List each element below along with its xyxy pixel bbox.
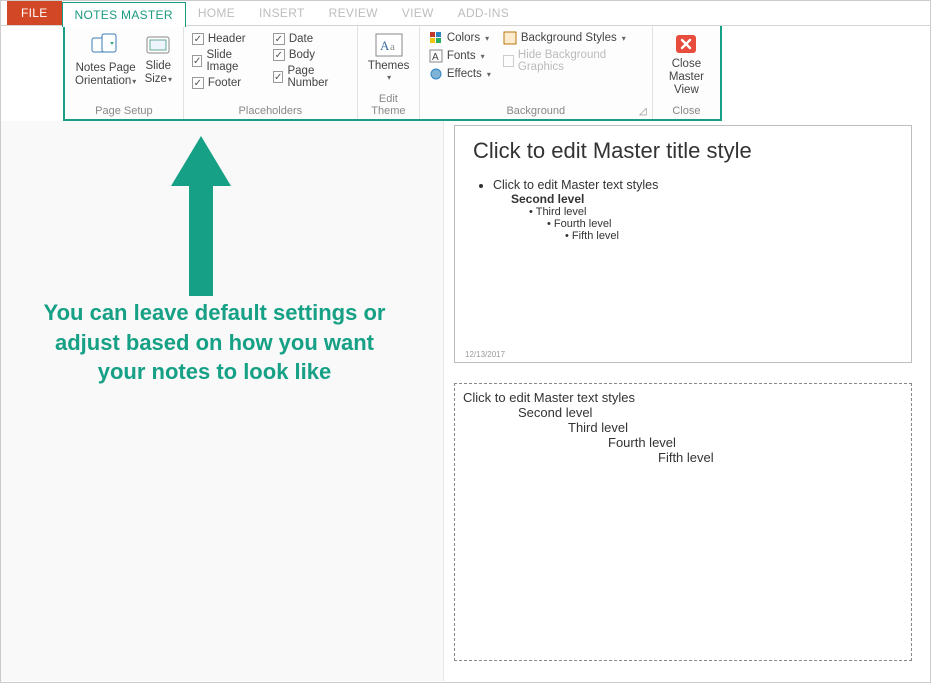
ribbon: Notes PageOrientation▾ SlideSize▾ Page S… [65, 26, 720, 119]
group-placeholders: ✓Header ✓Slide Image ✓Footer ✓Date ✓Body… [184, 26, 358, 119]
right-pane: Click to edit Master title style Click t… [444, 121, 930, 681]
tab-addins[interactable]: ADD-INS [446, 1, 521, 25]
slide-size-icon [144, 32, 172, 58]
tab-notes-master[interactable]: NOTES MASTER [62, 2, 186, 27]
notes-level-1: Click to edit Master text styles [463, 390, 903, 405]
tab-review[interactable]: REVIEW [317, 1, 390, 25]
group-background: Colors▾ A Fonts▾ Effects▾ Background Sty… [420, 26, 653, 119]
slide-size-label: SlideSize▾ [145, 60, 172, 86]
notes-level-4: Fourth level [463, 435, 903, 450]
left-pane: You can leave default settings or adjust… [1, 121, 444, 681]
ribbon-tabs: FILE NOTES MASTER HOME INSERT REVIEW VIE… [1, 1, 930, 26]
group-label-page-setup: Page Setup [71, 104, 177, 117]
orientation-icon [90, 32, 122, 60]
background-styles-menu[interactable]: Background Styles▾ [500, 29, 646, 47]
svg-text:a: a [390, 41, 395, 53]
notes-page-orientation-button[interactable]: Notes PageOrientation▾ [71, 29, 140, 88]
svg-text:A: A [432, 52, 439, 63]
themes-button[interactable]: Aa Themes ▾ [364, 29, 414, 82]
svg-text:A: A [380, 38, 390, 53]
fonts-icon: A [429, 49, 443, 63]
themes-label: Themes [368, 60, 410, 73]
slide-preview[interactable]: Click to edit Master title style Click t… [454, 125, 912, 363]
tab-file[interactable]: FILE [7, 1, 62, 25]
notes-level-5: Fifth level [463, 450, 903, 465]
colors-menu[interactable]: Colors▾ [426, 29, 494, 47]
bg-styles-icon [503, 31, 517, 45]
effects-menu[interactable]: Effects▾ [426, 65, 494, 83]
chk-date[interactable]: ✓Date [271, 31, 351, 47]
ribbon-highlight: Notes PageOrientation▾ SlideSize▾ Page S… [63, 26, 722, 121]
group-edit-theme: Aa Themes ▾ Edit Theme [358, 26, 420, 119]
notes-level-3: Third level [463, 420, 903, 435]
themes-icon: Aa [374, 32, 404, 58]
group-close: CloseMaster View Close [653, 26, 720, 119]
chk-page-number[interactable]: ✓Page Number [271, 63, 351, 91]
effects-icon [429, 67, 443, 81]
close-master-label: CloseMaster View [663, 58, 710, 98]
slide-body-placeholder[interactable]: Click to edit Master text styles Second … [473, 178, 893, 242]
chk-slide-image[interactable]: ✓Slide Image [190, 47, 261, 75]
chk-footer[interactable]: ✓Footer [190, 75, 261, 91]
group-label-close: Close [659, 104, 714, 117]
notes-orientation-label: Notes PageOrientation▾ [75, 62, 136, 88]
colors-icon [429, 31, 443, 45]
group-label-background: Background [426, 104, 646, 117]
close-icon [673, 32, 699, 56]
slide-date: 12/13/2017 [465, 350, 505, 359]
tab-view[interactable]: VIEW [390, 1, 446, 25]
slide-size-button[interactable]: SlideSize▾ [140, 29, 176, 86]
chk-header[interactable]: ✓Header [190, 31, 261, 47]
notes-level-2: Second level [463, 405, 903, 420]
notes-placeholder[interactable]: Click to edit Master text styles Second … [454, 383, 912, 661]
background-dialog-launcher[interactable]: ◿ [637, 105, 649, 117]
close-master-view-button[interactable]: CloseMaster View [659, 29, 714, 98]
annotation-arrow-icon [171, 136, 231, 296]
group-label-placeholders: Placeholders [190, 104, 351, 117]
tab-insert[interactable]: INSERT [247, 1, 317, 25]
group-label-edit-theme: Edit Theme [364, 92, 413, 117]
workspace: You can leave default settings or adjust… [1, 121, 930, 681]
chevron-down-icon: ▾ [387, 73, 391, 82]
chk-body[interactable]: ✓Body [271, 47, 351, 63]
group-page-setup: Notes PageOrientation▾ SlideSize▾ Page S… [65, 26, 184, 119]
slide-title-placeholder[interactable]: Click to edit Master title style [473, 138, 893, 164]
annotation-text: You can leave default settings or adjust… [36, 298, 393, 387]
fonts-menu[interactable]: A Fonts▾ [426, 47, 494, 65]
hide-bg-checkbox[interactable]: Hide Background Graphics [500, 47, 646, 75]
tab-home[interactable]: HOME [186, 1, 247, 25]
